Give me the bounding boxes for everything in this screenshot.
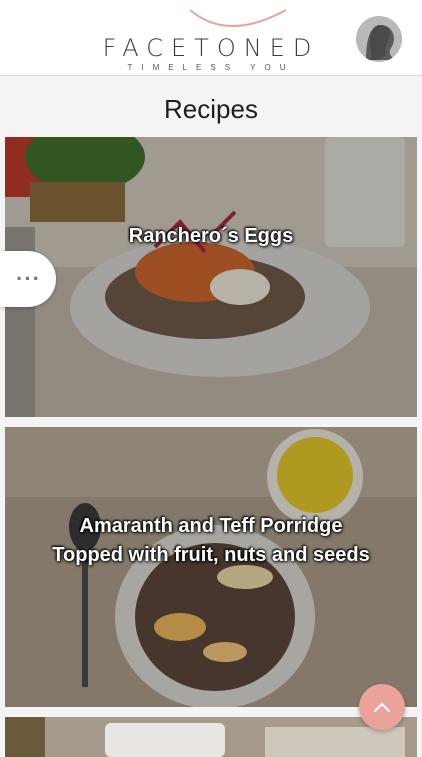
brand-name: FACETONED: [102, 34, 320, 62]
brand-logo[interactable]: FACETONED TIMELESS YOU: [100, 6, 322, 72]
recipe-card[interactable]: [5, 717, 417, 757]
page-title: Recipes: [164, 94, 258, 124]
logo-arc-icon: [189, 9, 287, 27]
avatar[interactable]: [356, 16, 402, 62]
recipe-subtitle: Topped with fruit, nuts and seeds: [52, 544, 370, 566]
recipe-card[interactable]: Amaranth and Teff Porridge Topped with f…: [5, 427, 417, 707]
brand-tagline: TIMELESS YOU: [127, 63, 295, 72]
recipe-title: Amaranth and Teff Porridge: [79, 515, 343, 537]
more-options-button[interactable]: ···: [0, 251, 56, 307]
recipe-image: [5, 137, 417, 417]
recipe-card[interactable]: Ranchero´s Eggs: [5, 137, 417, 417]
app-header: FACETONED TIMELESS YOU: [0, 0, 422, 76]
recipe-image: [5, 717, 417, 757]
avatar-silhouette-icon: [356, 16, 402, 62]
recipe-title: Ranchero´s Eggs: [128, 225, 294, 247]
more-dots-icon: ···: [16, 266, 41, 291]
scroll-to-top-button[interactable]: [359, 684, 405, 730]
chevron-up-icon: [373, 702, 391, 713]
